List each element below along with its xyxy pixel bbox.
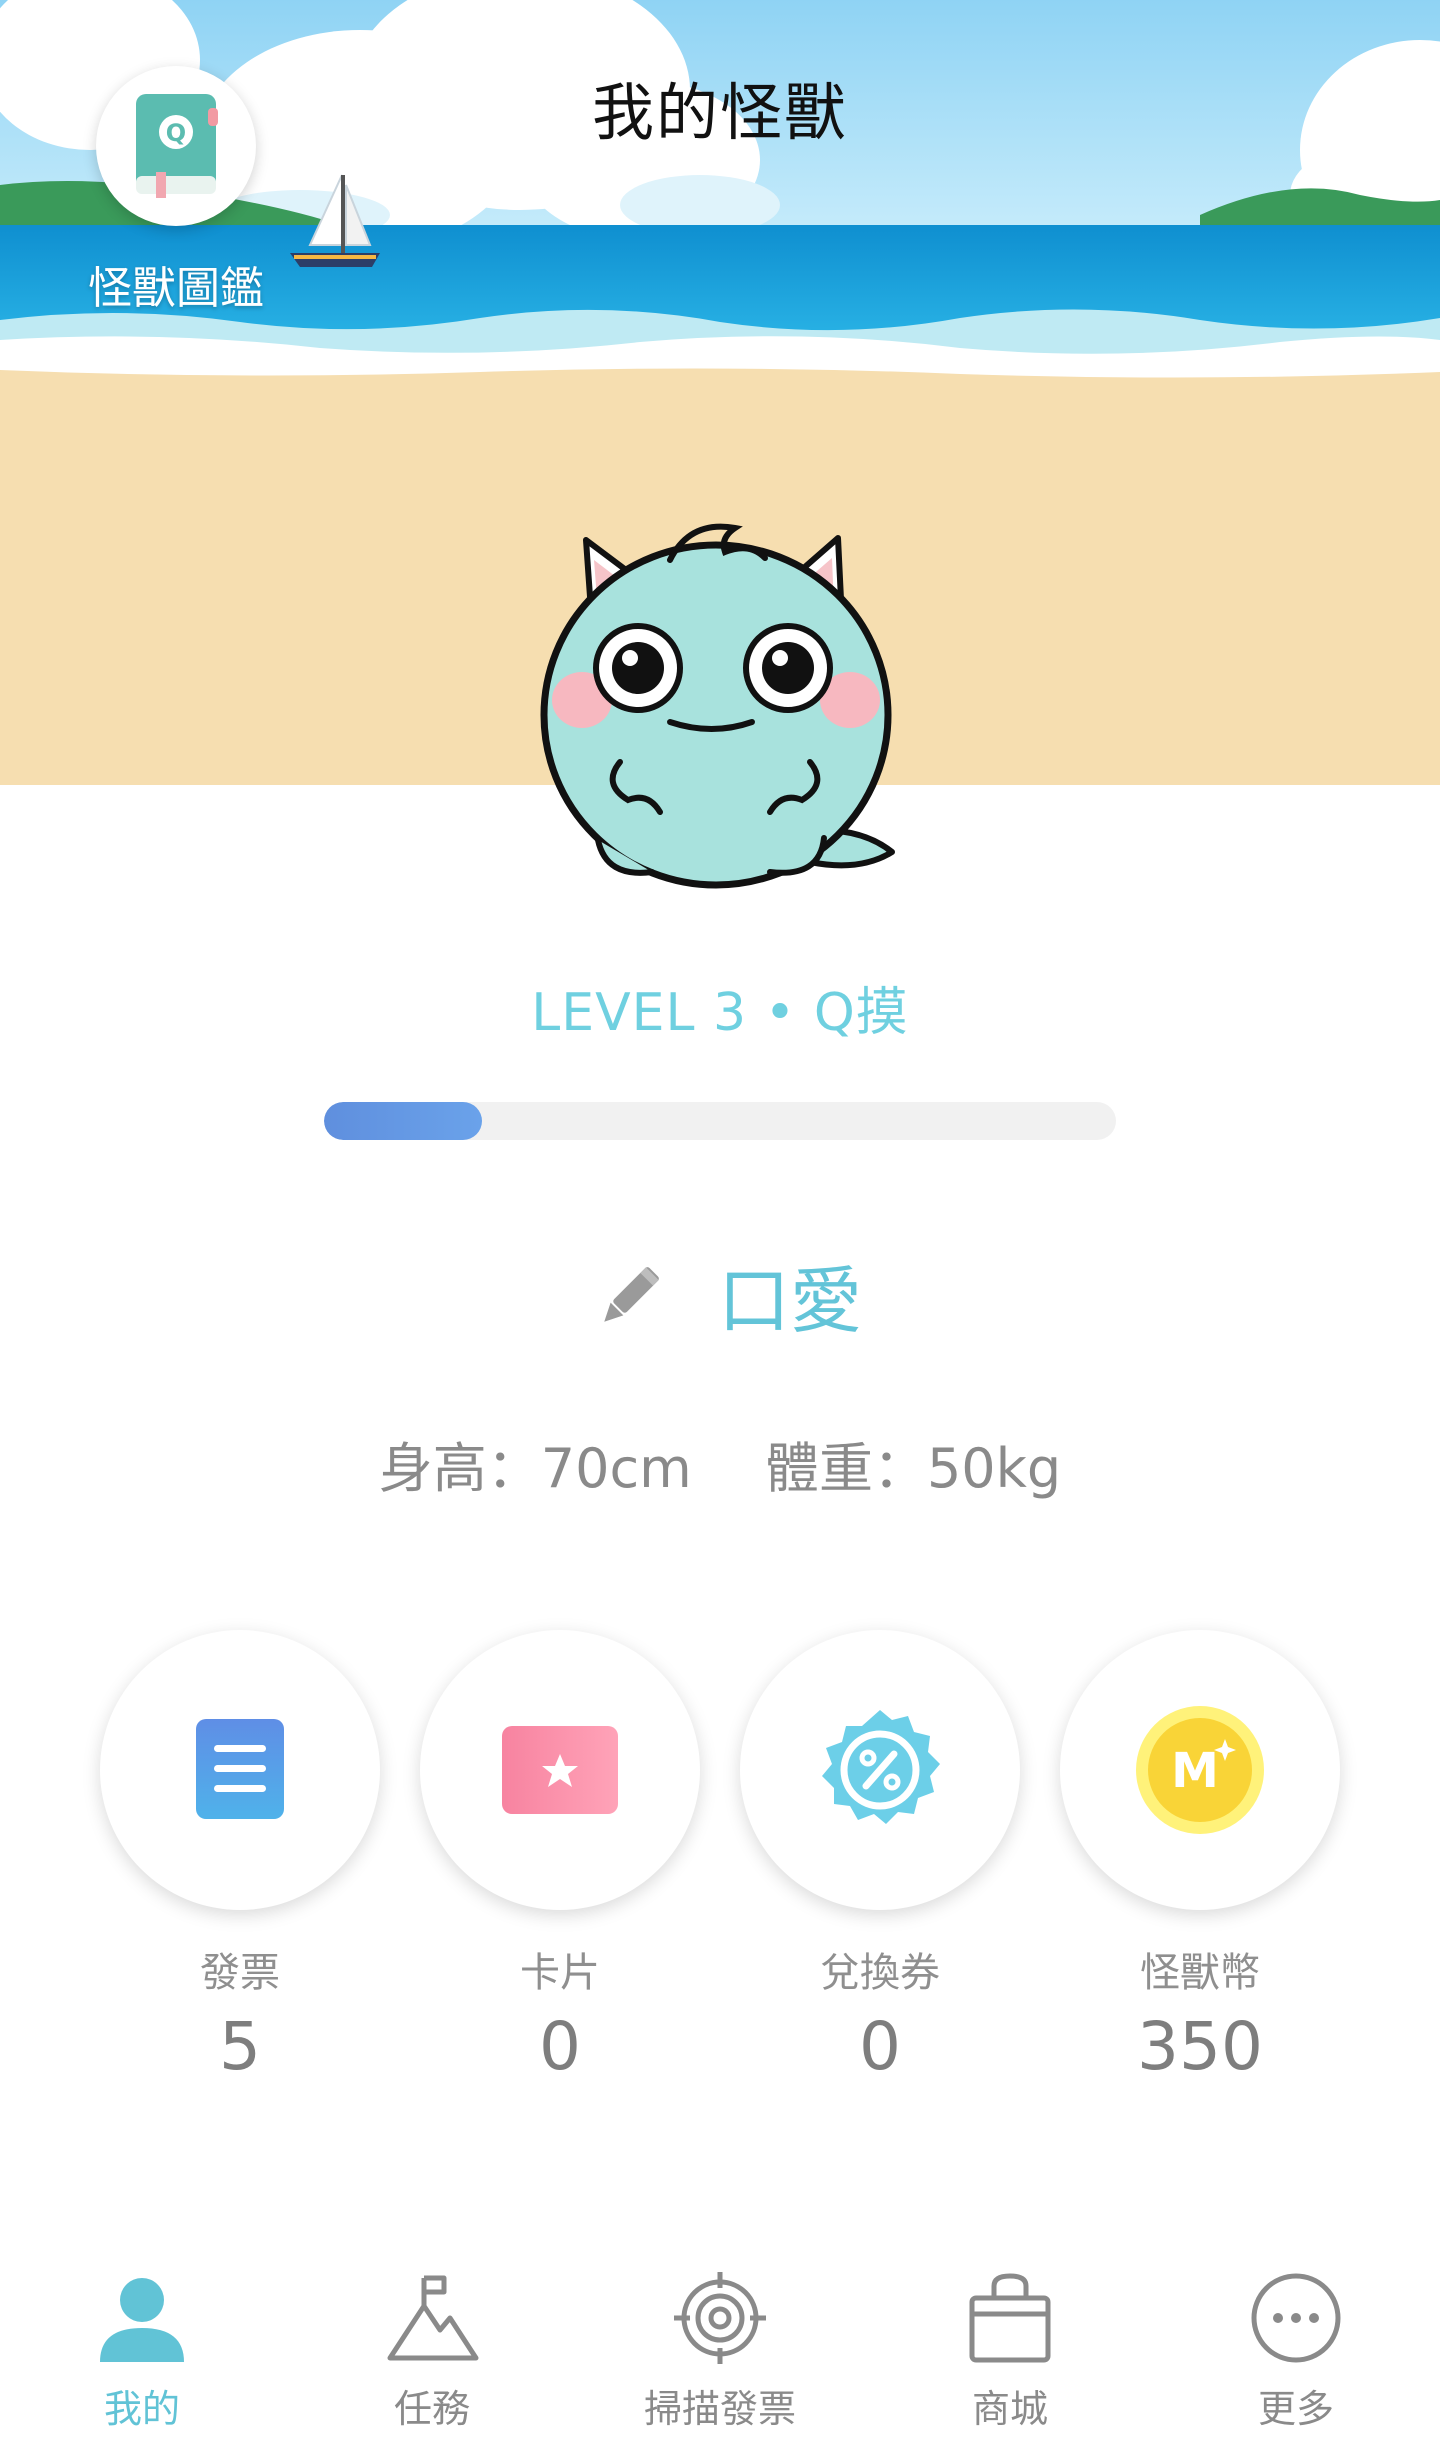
level-progress-fill: [324, 1102, 483, 1140]
stat-value: 350: [1137, 2008, 1263, 2085]
tab-label: 掃描發票: [643, 2387, 796, 2431]
tab-more[interactable]: 更多: [1196, 2270, 1396, 2433]
monster-weight: 體重：50kg: [764, 1437, 1062, 1500]
coin-icon: M: [1136, 1706, 1264, 1834]
shopping-bag-icon: [969, 2273, 1051, 2363]
invoice-icon: [196, 1719, 284, 1819]
mountain-flag-icon: [387, 2275, 479, 2361]
tab-label: 更多: [1257, 2387, 1334, 2431]
tab-scan-invoice[interactable]: 掃描發票: [620, 2270, 820, 2433]
coin-glyph: M: [1171, 1743, 1219, 1799]
stat-tile-coupon[interactable]: 兌換券 0: [740, 1630, 1020, 2085]
tab-tasks[interactable]: 任務: [332, 2270, 532, 2433]
stat-value: 0: [539, 2008, 581, 2085]
book-badge-text: Q: [166, 119, 186, 147]
monster-height: 身高：70cm: [378, 1437, 692, 1500]
stat-value: 0: [859, 2008, 901, 2085]
level-text: LEVEL 3 • Q摸: [531, 983, 909, 1043]
stat-tile-coin[interactable]: M 怪獸幣 350: [1060, 1630, 1340, 2085]
target-icon: [674, 2272, 766, 2364]
level-progress-bar: [324, 1102, 1116, 1140]
stat-tiles: 發票 5 卡片 0 兌換券 0 M 怪獸幣 350: [0, 1630, 1440, 2100]
stat-tile-circle[interactable]: M: [1060, 1630, 1340, 1910]
tab-label: 任務: [393, 2387, 470, 2431]
bottom-tab-bar: 我的 任務 掃描發票 商城 更多: [0, 2250, 1440, 2458]
monster-dex-button[interactable]: Q: [96, 66, 256, 226]
stat-tile-card[interactable]: 卡片 0: [420, 1630, 700, 2085]
tab-label: 商城: [971, 2387, 1048, 2431]
stat-label: 發票: [200, 1950, 280, 1996]
person-icon: [100, 2278, 184, 2362]
stat-tile-circle[interactable]: [740, 1630, 1020, 1910]
monster-character[interactable]: [520, 500, 920, 900]
stat-tile-circle[interactable]: [100, 1630, 380, 1910]
stat-label: 兌換券: [820, 1950, 940, 1996]
stat-tile-invoice[interactable]: 發票 5: [100, 1630, 380, 2085]
tab-my[interactable]: 我的: [42, 2270, 242, 2433]
stat-tile-circle[interactable]: [420, 1630, 700, 1910]
stat-label: 怪獸幣: [1140, 1950, 1260, 1996]
monster-dex-label: 怪獸圖鑑: [88, 263, 264, 314]
coupon-icon: [822, 1710, 940, 1824]
stat-value: 5: [219, 2008, 261, 2085]
more-icon: [1251, 2273, 1341, 2363]
monster-stats: 身高：70cm 體重：50kg: [0, 1424, 1440, 1503]
book-icon: Q: [136, 94, 218, 198]
tab-mall[interactable]: 商城: [910, 2270, 1110, 2433]
card-icon: [502, 1726, 618, 1814]
stat-label: 卡片: [520, 1950, 600, 1996]
pencil-icon[interactable]: [592, 1260, 666, 1334]
monster-name-row: 口愛: [0, 1242, 1440, 1343]
monster-name[interactable]: 口愛: [718, 1242, 862, 1347]
tab-label: 我的: [103, 2387, 180, 2431]
